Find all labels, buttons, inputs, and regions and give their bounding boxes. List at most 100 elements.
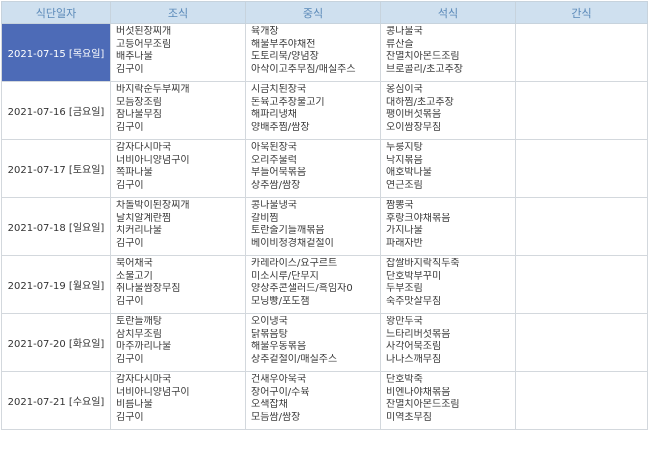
table-row[interactable]: 2021-07-16 [금요일] 바지락순두부찌개 모듬장조림 참나물무침 김구이 시금치…: [1, 81, 648, 140]
menu-item: 삼치무조림: [116, 328, 162, 340]
snack-cell: [515, 313, 648, 372]
snack-cell: [515, 81, 648, 140]
menu-item: 숙주맛살무침: [386, 295, 442, 307]
column-header-date[interactable]: 식단일자: [1, 1, 111, 24]
menu-item: 짬뽕국: [386, 200, 414, 211]
table-row[interactable]: 2021-07-15 [목요일] 버섯된장찌개 고등어무조림 배추나물 김구이 육개장 해물…: [1, 23, 648, 82]
snack-cell: [515, 197, 648, 256]
menu-item: 너비아니양념구이: [116, 386, 190, 398]
menu-item: 해물부추야채전: [251, 38, 316, 50]
menu-item: 두부조림: [386, 283, 423, 294]
menu-item: 소불고기: [116, 270, 153, 282]
menu-item: 부들어묵볶음: [251, 167, 307, 178]
menu-item: 장어구이/수육: [251, 386, 310, 398]
menu-item: 상추쌈/쌈장: [251, 179, 301, 191]
table-row[interactable]: 2021-07-21 [수요일] 감자다시마국 너비아니양념구이 비름나물 김구이 건새우…: [1, 371, 648, 430]
snack-cell: [515, 371, 648, 430]
date-cell[interactable]: 2021-07-17 [토요일]: [1, 139, 111, 198]
table-row[interactable]: 2021-07-18 [일요일] 차돌박이된장찌개 날치알계란찜 치커리나물 김구이 콩나…: [1, 197, 648, 256]
menu-item: 갈비찜: [251, 212, 279, 224]
snack-cell: [515, 255, 648, 314]
menu-rows: 2021-07-15 [목요일] 버섯된장찌개 고등어무조림 배추나물 김구이 육개장 해물…: [1, 23, 648, 430]
breakfast-cell: 북어채국 소불고기 취나물쌈장무침 김구이: [110, 255, 246, 314]
menu-item: 잔멸치아몬드조림: [386, 399, 460, 410]
dinner-cell: 짬뽕국 후랑크야채볶음 가지나물 파래자반: [380, 197, 516, 256]
date-cell[interactable]: 2021-07-16 [금요일]: [1, 81, 111, 140]
table-row[interactable]: 2021-07-19 [월요일] 북어채국 소불고기 취나물쌈장무침 김구이 카레라이스/…: [1, 255, 648, 314]
menu-item: 단호박죽: [386, 374, 423, 385]
menu-item: 고등어무조림: [116, 38, 172, 50]
meal-menu-table: 식단일자 조식 중식 석식 간식 2021-07-15 [목요일] 버섯된장찌개 고…: [1, 1, 648, 430]
breakfast-cell: 토란들깨탕 삼치무조림 마주까리나물 김구이: [110, 313, 246, 372]
column-header-dinner[interactable]: 석식: [380, 1, 516, 24]
menu-item: 비름나물: [116, 399, 153, 410]
menu-item: 마주까리나물: [116, 341, 172, 352]
menu-item: 아욱된장국: [251, 142, 297, 153]
menu-item: 너비아니양념구이: [116, 154, 190, 166]
date-cell[interactable]: 2021-07-15 [목요일]: [1, 23, 111, 82]
menu-item: 콩나물국: [386, 26, 423, 37]
dinner-cell: 왕만두국 느타리버섯볶음 사각어묵조림 나나스깨무침: [380, 313, 516, 372]
lunch-cell: 건새우아욱국 장어구이/수육 오색잡채 모듬쌈/쌈장: [245, 371, 381, 430]
breakfast-cell: 감자다시마국 너비아니양념구이 비름나물 김구이: [110, 371, 246, 430]
menu-item: 상추겉절이/매실주스: [251, 353, 338, 365]
menu-item: 팽이버섯볶음: [386, 109, 442, 120]
lunch-cell: 육개장 해물부추야채전 도토리묵/양념장 아삭이고추무침/매실주스: [245, 23, 381, 82]
date-cell[interactable]: 2021-07-18 [일요일]: [1, 197, 111, 256]
menu-item: 아삭이고추무침/매실주스: [251, 63, 356, 75]
menu-item: 카레라이스/요구르트: [251, 258, 338, 269]
table-row[interactable]: 2021-07-20 [화요일] 토란들깨탕 삼치무조림 마주까리나물 김구이 오이냉국 닭…: [1, 313, 648, 372]
menu-item: 김구이: [116, 121, 144, 133]
menu-item: 시금치된장국: [251, 84, 307, 95]
menu-item: 양배추찜/쌈장: [251, 121, 310, 133]
menu-item: 미역초무침: [386, 411, 432, 423]
menu-item: 가지나물: [386, 225, 423, 236]
breakfast-cell: 차돌박이된장찌개 날치알계란찜 치커리나물 김구이: [110, 197, 246, 256]
menu-item: 해물우동볶음: [251, 341, 307, 352]
menu-item: 감자다시마국: [116, 142, 172, 153]
menu-item: 모듬장조림: [116, 96, 162, 108]
menu-item: 브로콜리/초고추장: [386, 63, 463, 75]
menu-item: 토란줄기들깨볶음: [251, 225, 325, 236]
menu-item: 비엔나야채볶음: [386, 386, 451, 398]
date-cell[interactable]: 2021-07-19 [월요일]: [1, 255, 111, 314]
menu-item: 도토리묵/양념장: [251, 51, 319, 62]
lunch-cell: 오이냉국 닭볶음탕 해물우동볶음 상추겉절이/매실주스: [245, 313, 381, 372]
menu-item: 모듬쌈/쌈장: [251, 411, 301, 423]
menu-item: 육개장: [251, 26, 279, 37]
dinner-cell: 찹쌀바지락칙두죽 단호박부꾸미 두부조림 숙주맛살무침: [380, 255, 516, 314]
menu-item: 취나물쌈장무침: [116, 283, 181, 294]
date-cell[interactable]: 2021-07-21 [수요일]: [1, 371, 111, 430]
lunch-cell: 아욱된장국 오리주물럭 부들어묵볶음 상추쌈/쌈장: [245, 139, 381, 198]
menu-item: 돈육고추장불고기: [251, 96, 325, 108]
menu-item: 모닝빵/포도잼: [251, 295, 310, 307]
menu-item: 대하찜/초고추장: [386, 96, 454, 108]
lunch-cell: 카레라이스/요구르트 미소시루/단무지 양상추콘샐러드/흑임자0 모닝빵/포도잼: [245, 255, 381, 314]
menu-item: 김구이: [116, 179, 144, 191]
menu-item: 애호박나물: [386, 167, 432, 178]
menu-item: 날치알계란찜: [116, 212, 172, 224]
table-row[interactable]: 2021-07-17 [토요일] 감자다시마국 너비아니양념구이 쪽파나물 김구이 아욱된…: [1, 139, 648, 198]
header-row: 식단일자 조식 중식 석식 간식: [1, 1, 648, 24]
date-cell[interactable]: 2021-07-20 [화요일]: [1, 313, 111, 372]
menu-item: 차돌박이된장찌개: [116, 200, 190, 211]
menu-item: 옹심이국: [386, 84, 423, 95]
menu-item: 감자다시마국: [116, 374, 172, 385]
column-header-breakfast[interactable]: 조식: [110, 1, 246, 24]
breakfast-cell: 감자다시마국 너비아니양념구이 쪽파나물 김구이: [110, 139, 246, 198]
lunch-cell: 시금치된장국 돈육고추장불고기 해파리냉채 양배추찜/쌈장: [245, 81, 381, 140]
menu-item: 오이냉국: [251, 316, 288, 327]
dinner-cell: 누룽지탕 낙지볶음 애호박나물 연근조림: [380, 139, 516, 198]
column-header-snack[interactable]: 간식: [515, 1, 648, 24]
menu-item: 김구이: [116, 411, 144, 423]
column-header-lunch[interactable]: 중식: [245, 1, 381, 24]
menu-item: 참나물무침: [116, 109, 162, 120]
menu-item: 닭볶음탕: [251, 328, 288, 340]
menu-item: 미소시루/단무지: [251, 270, 319, 282]
menu-item: 김구이: [116, 353, 144, 365]
menu-item: 왕만두국: [386, 316, 423, 327]
menu-item: 북어채국: [116, 258, 153, 269]
menu-item: 단호박부꾸미: [386, 270, 442, 282]
menu-item: 잔멸치아몬드조림: [386, 51, 460, 62]
menu-item: 김구이: [116, 63, 144, 75]
